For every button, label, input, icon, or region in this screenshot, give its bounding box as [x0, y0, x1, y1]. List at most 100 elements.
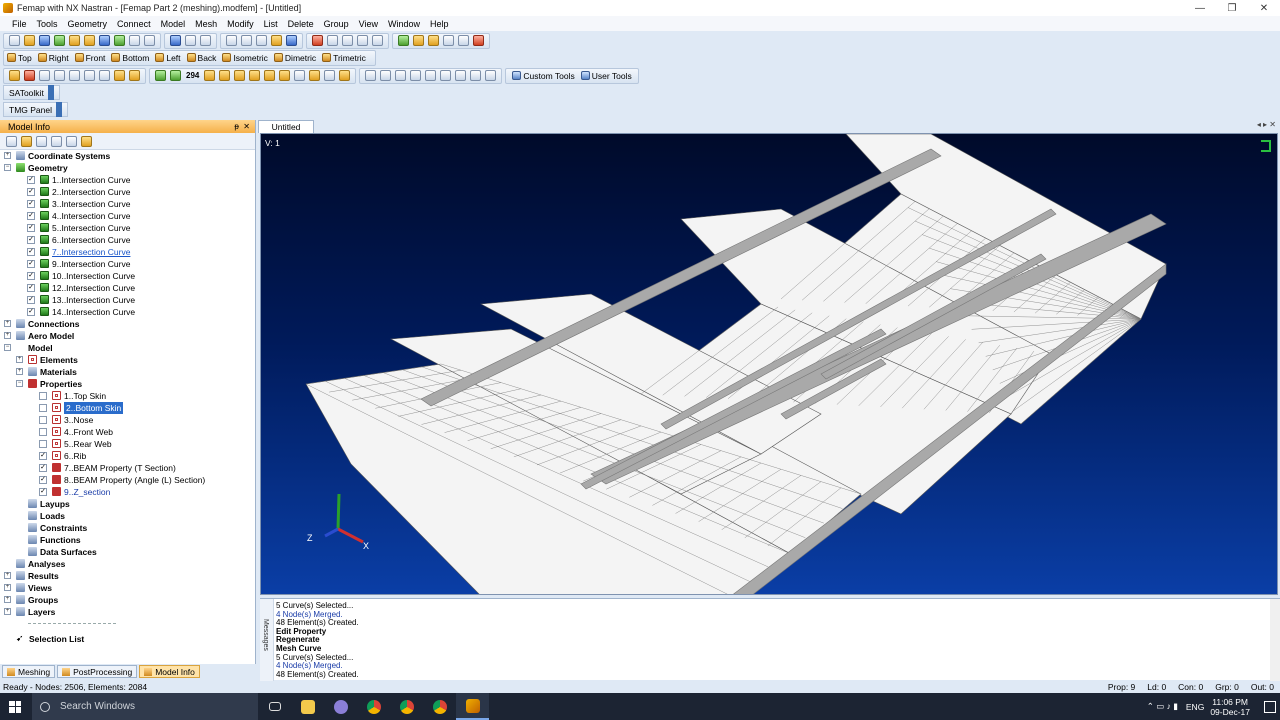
view-window-controls[interactable]: ◂ ▸ ✕ [1257, 120, 1276, 129]
visibility-checkbox[interactable]: ✓ [27, 236, 35, 244]
visibility-checkbox[interactable] [39, 440, 47, 448]
tree-item[interactable]: + Materials [0, 366, 255, 378]
refresh-icon[interactable] [440, 70, 452, 81]
meshing-toolbox-icon[interactable] [69, 70, 80, 81]
messages-scrollbar[interactable] [1270, 599, 1280, 681]
femap-taskbar-button[interactable] [456, 693, 489, 720]
highlight-icon[interactable] [413, 35, 424, 46]
tree-item[interactable]: 1..Top Skin [0, 390, 255, 402]
satoolkit-toolbar[interactable]: SAToolkit [3, 85, 60, 100]
visibility-checkbox[interactable]: ✓ [27, 308, 35, 316]
render-icon[interactable] [271, 35, 282, 46]
tree-item[interactable]: 2..Bottom Skin [0, 402, 255, 414]
redo-icon[interactable] [144, 35, 155, 46]
picture-copy-icon[interactable] [99, 35, 110, 46]
tree-folder-icon[interactable] [21, 135, 32, 147]
visibility-checkbox[interactable] [39, 416, 47, 424]
tree-item[interactable]: ✓ 2..Intersection Curve [0, 186, 255, 198]
tree-item[interactable]: − Properties [0, 378, 255, 390]
zoom-icon[interactable] [200, 35, 211, 46]
collapse-icon[interactable]: − [4, 344, 11, 351]
tmg-panel-toolbar[interactable]: TMG Panel [3, 102, 68, 117]
expand-icon[interactable]: + [4, 596, 11, 603]
tree-item[interactable]: ✓ 6..Rib [0, 450, 255, 462]
tree-item[interactable]: ✓ 7..Intersection Curve [0, 246, 255, 258]
menu-window[interactable]: Window [388, 19, 420, 29]
data-table-icon[interactable] [39, 70, 50, 81]
visibility-checkbox[interactable]: ✓ [27, 176, 35, 184]
tree-filter-icon[interactable] [36, 135, 47, 147]
picture-save-icon[interactable] [114, 35, 125, 46]
tree-item[interactable]: − Model [0, 342, 255, 354]
graphics-viewport[interactable]: V: 1 X Z [260, 133, 1278, 595]
chrome-button-2[interactable] [390, 693, 423, 720]
tree-item[interactable]: ✓ 9..Z_section [0, 486, 255, 498]
visibility-checkbox[interactable] [39, 404, 47, 412]
collapse-icon[interactable]: − [16, 380, 23, 387]
expand-icon[interactable]: + [4, 572, 11, 579]
mesh-curve-icon[interactable] [155, 70, 166, 81]
view-style-icon[interactable] [256, 35, 267, 46]
tree-item[interactable]: + Results [0, 570, 255, 582]
layer-icon[interactable] [458, 35, 469, 46]
view-front-button[interactable]: Front [74, 53, 105, 63]
maximize-button[interactable]: ❐ [1216, 0, 1248, 16]
coord-icon[interactable] [294, 70, 306, 81]
save-icon[interactable] [39, 35, 50, 46]
grid-icon[interactable] [443, 35, 454, 46]
grid-view-icon[interactable] [410, 70, 422, 81]
load-icon[interactable] [264, 70, 276, 81]
tree-item[interactable]: Layups [0, 498, 255, 510]
menu-delete[interactable]: Delete [288, 19, 314, 29]
view-bottom-button[interactable]: Bottom [111, 53, 149, 63]
tree-item[interactable]: Functions [0, 534, 255, 546]
tree-item[interactable]: + Layers [0, 606, 255, 618]
window-icon[interactable] [372, 35, 383, 46]
tab-postprocessing[interactable]: PostProcessing [57, 665, 138, 678]
user-tools-button[interactable]: User Tools [578, 71, 635, 81]
tab-model-info[interactable]: Model Info [139, 665, 200, 678]
group-icon[interactable] [398, 35, 409, 46]
menu-modify[interactable]: Modify [227, 19, 254, 29]
menu-group[interactable]: Group [324, 19, 349, 29]
visibility-checkbox[interactable]: ✓ [27, 212, 35, 220]
mesh-surface-icon[interactable] [170, 70, 181, 81]
collapse-icon[interactable]: − [4, 164, 11, 171]
menu-connect[interactable]: Connect [117, 19, 151, 29]
tree-item[interactable]: ✓ 8..BEAM Property (Angle (L) Section) [0, 474, 255, 486]
menu-view[interactable]: View [359, 19, 378, 29]
menu-mesh[interactable]: Mesh [195, 19, 217, 29]
stop-icon[interactable] [473, 35, 484, 46]
tree-item[interactable]: ✓ 9..Intersection Curve [0, 258, 255, 270]
expand-icon[interactable]: + [4, 152, 11, 159]
visibility-checkbox[interactable] [39, 428, 47, 436]
tree-item[interactable]: ✓ 4..Intersection Curve [0, 210, 255, 222]
copy-icon[interactable] [69, 35, 80, 46]
analyze-icon[interactable] [339, 70, 351, 81]
tree-item[interactable]: ✓ 1..Intersection Curve [0, 174, 255, 186]
tree-item[interactable]: + Elements [0, 354, 255, 366]
tree-edit-icon[interactable] [81, 135, 92, 147]
view-options-icon[interactable] [241, 35, 252, 46]
rotate-icon[interactable] [455, 70, 467, 81]
tree-item[interactable]: 3..Nose [0, 414, 255, 426]
pan-icon[interactable] [357, 35, 368, 46]
menu-model[interactable]: Model [161, 19, 186, 29]
number-field[interactable]: 294 [186, 71, 199, 80]
new-icon[interactable] [9, 35, 20, 46]
custom-tools-button[interactable]: Custom Tools [509, 71, 577, 81]
start-button[interactable] [0, 693, 30, 720]
tree-item[interactable]: ✓ 12..Intersection Curve [0, 282, 255, 294]
minimize-button[interactable]: — [1184, 0, 1216, 16]
api-icon[interactable] [54, 70, 65, 81]
view-right-button[interactable]: Right [37, 53, 69, 63]
paste-icon[interactable] [84, 35, 95, 46]
task-view-button[interactable] [258, 693, 291, 720]
clock[interactable]: 11:06 PM 09-Dec-17 [1210, 697, 1250, 717]
expand-icon[interactable]: + [4, 608, 11, 615]
tree-item[interactable]: + Connections [0, 318, 255, 330]
distribute-icon[interactable] [380, 70, 392, 81]
tree-item[interactable]: ✓ 7..BEAM Property (T Section) [0, 462, 255, 474]
visibility-checkbox[interactable]: ✓ [27, 248, 35, 256]
tree-item[interactable]: + Aero Model [0, 330, 255, 342]
